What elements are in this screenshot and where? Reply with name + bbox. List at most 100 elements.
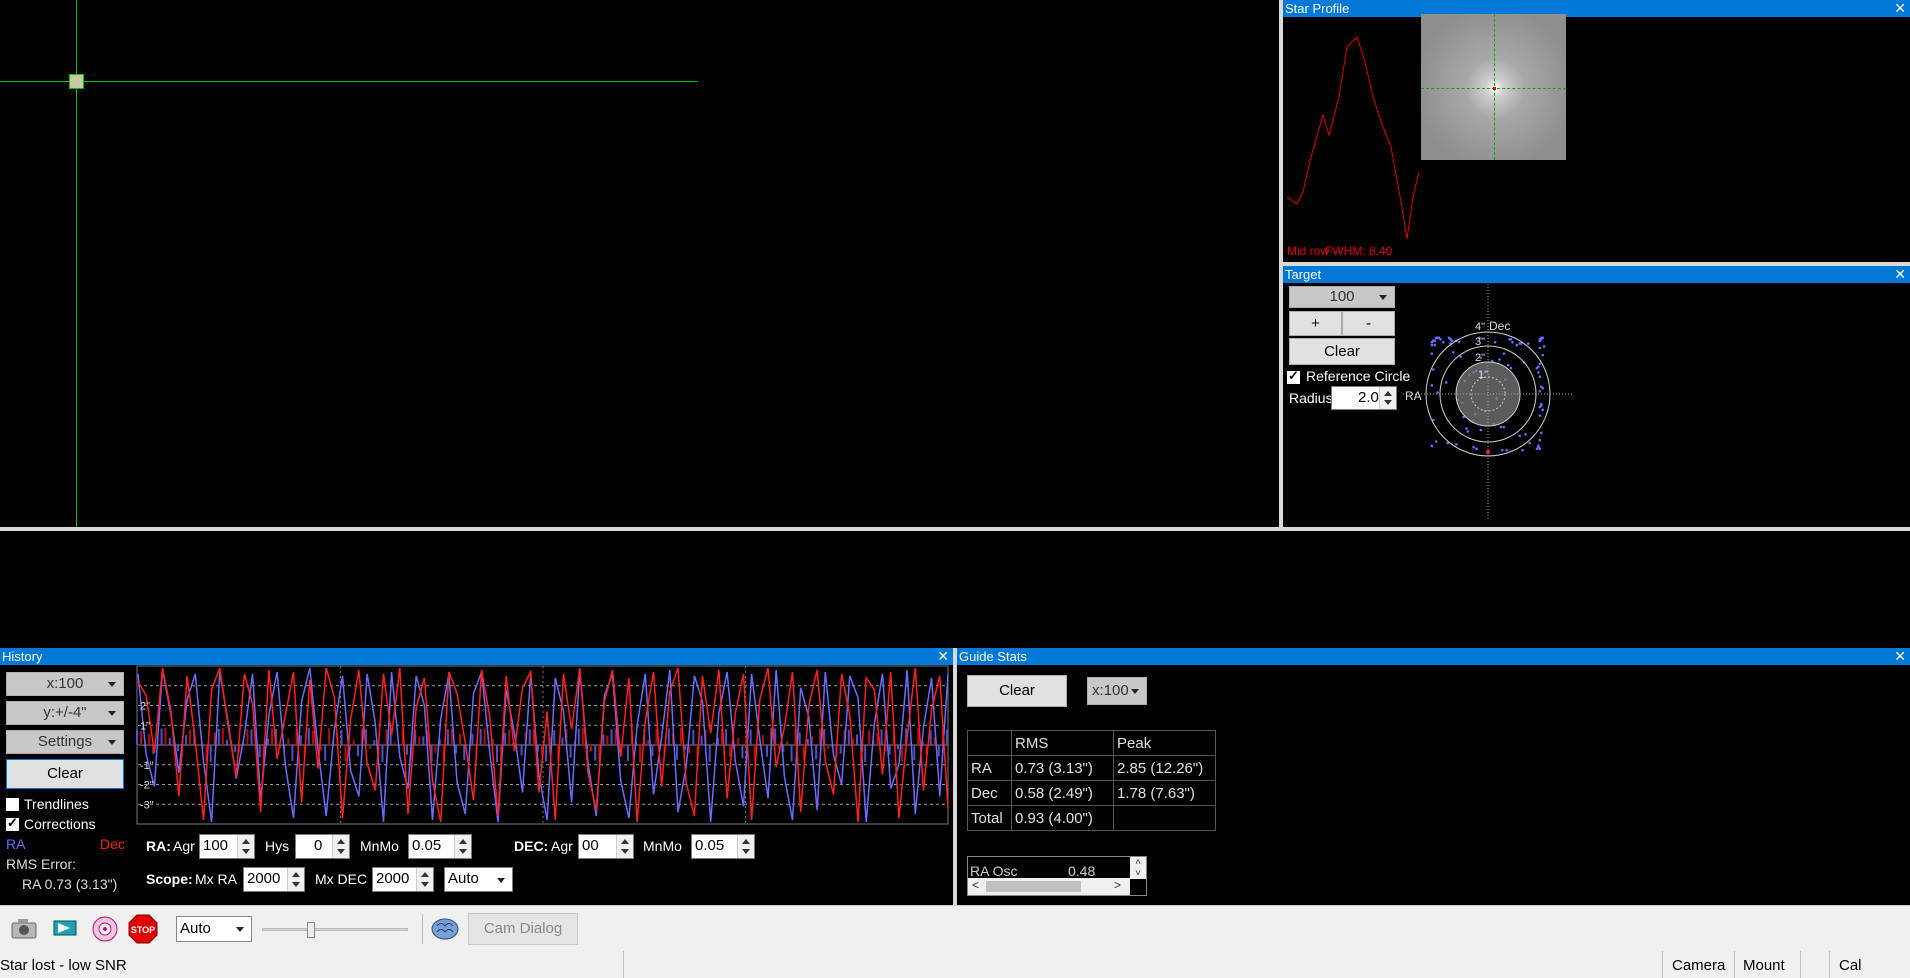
ring-label-1: 1" (1478, 369, 1488, 381)
mx-ra-label: Mx RA (195, 871, 237, 887)
dec-mnmo-label: MnMo (643, 838, 682, 854)
zoom-out-button[interactable]: - (1342, 311, 1395, 336)
target-point (1430, 352, 1434, 355)
scroll-right-icon[interactable]: > (1114, 878, 1121, 892)
close-icon[interactable]: ✕ (1894, 266, 1906, 283)
exposure-duration-select[interactable]: Auto (176, 916, 252, 942)
history-titlebar[interactable]: History ✕ (0, 648, 953, 665)
max-ra-duration-input[interactable]: 2000 (243, 867, 305, 892)
correction-bar (291, 745, 294, 762)
scroll-thumb[interactable] (986, 881, 1081, 892)
ra-mnmo-spinner[interactable] (454, 835, 471, 858)
guide-stats-titlebar[interactable]: Guide Stats ✕ (957, 648, 1910, 665)
table-row: Total 0.93 (4.00") (967, 805, 1216, 831)
trendlines-checkbox[interactable] (6, 798, 19, 811)
max-dec-duration-input[interactable]: 2000 (372, 867, 434, 892)
scroll-left-icon[interactable]: < (972, 878, 979, 892)
correction-bar (471, 733, 474, 745)
ra-agr-value: 100 (203, 837, 229, 854)
correction-bar (553, 730, 556, 745)
target-point (1493, 340, 1497, 344)
slider-thumb[interactable] (307, 922, 315, 938)
y-tick-label: 1" (140, 720, 150, 732)
target-point (1538, 389, 1542, 393)
ring-label-3: 3" (1475, 336, 1485, 348)
target-titlebar[interactable]: Target ✕ (1283, 266, 1910, 283)
correction-bar (446, 729, 449, 745)
close-icon[interactable]: ✕ (1894, 0, 1906, 17)
ra-osc-vscroll[interactable]: ˄ ˅ (1130, 857, 1146, 879)
gamma-slider[interactable] (262, 922, 408, 938)
close-icon[interactable]: ✕ (937, 648, 949, 665)
table-header-row: RMS Peak (967, 730, 1216, 756)
star-profile-titlebar[interactable]: Star Profile ✕ (1283, 0, 1910, 17)
ra-aggressiveness-input[interactable]: 100 (199, 834, 255, 859)
stop-button[interactable]: STOP (128, 914, 158, 944)
correction-bar (504, 732, 507, 745)
correction-bar (737, 738, 740, 745)
ra-min-move-input[interactable]: 0.05 (408, 834, 472, 859)
dec-min-move-input[interactable]: 0.05 (691, 834, 755, 859)
reference-circle-checkbox[interactable] (1287, 368, 1300, 384)
radius-spinner-arrows[interactable] (1379, 387, 1396, 409)
table-cell: 0.73 (3.13") (1011, 755, 1114, 781)
history-clear-button[interactable]: Clear (6, 759, 124, 789)
zoom-out-label: - (1366, 315, 1371, 332)
target-point (1538, 375, 1542, 379)
close-icon[interactable]: ✕ (1894, 648, 1906, 665)
correction-bar (602, 734, 605, 745)
dec-aggressiveness-input[interactable]: 00 (578, 834, 634, 859)
target-point (1450, 339, 1454, 343)
legend-dec: Dec (100, 836, 125, 852)
history-settings-label: Settings (37, 733, 93, 750)
auto-select-star-icon[interactable] (50, 917, 80, 939)
dec-guide-mode-select[interactable]: Auto (444, 867, 513, 892)
history-y-scale-dropdown[interactable]: y:+/-4" (6, 701, 124, 725)
radius-input[interactable]: 2.0 (1331, 386, 1397, 410)
loop-camera-icon[interactable] (10, 917, 38, 939)
table-cell: 2.85 (12.26") (1113, 755, 1216, 781)
target-point (1518, 434, 1521, 438)
guide-stats-x-scale-dropdown[interactable]: x:100 (1087, 677, 1147, 705)
target-point (1538, 346, 1542, 350)
hys-spinner[interactable] (332, 835, 349, 858)
status-bar: Star lost - low SNR Camera Mount Cal (0, 951, 1910, 978)
advanced-settings-button[interactable] (429, 915, 461, 943)
history-x-scale-dropdown[interactable]: x:100 (6, 672, 124, 696)
status-separator (1829, 951, 1830, 978)
status-separator (623, 951, 624, 978)
correction-bar (287, 738, 290, 745)
guide-brain-button[interactable] (91, 914, 119, 944)
dec-agr-spinner[interactable] (616, 835, 633, 858)
correction-bar (221, 728, 224, 745)
corrections-checkbox[interactable] (6, 815, 19, 831)
correction-bar (676, 745, 678, 760)
target-point (1430, 444, 1434, 448)
mx-ra-spinner[interactable] (287, 868, 304, 891)
zoom-in-button[interactable]: + (1289, 311, 1342, 336)
ra-osc-hscroll[interactable]: < > (968, 878, 1130, 895)
hysteresis-input[interactable]: 0 (295, 834, 350, 859)
correction-bar (864, 745, 867, 762)
correction-bar (590, 745, 592, 752)
target-clear-button[interactable]: Clear (1289, 338, 1395, 365)
correction-bar (786, 741, 789, 745)
correction-bar (270, 728, 273, 745)
splitter-horizontal-main[interactable] (0, 527, 1910, 531)
cam-dialog-button[interactable]: Cam Dialog (468, 913, 578, 945)
ring-label-4: 4" (1475, 321, 1485, 333)
target-scale-dropdown[interactable]: 100 (1289, 286, 1395, 308)
guide-stats-clear-button[interactable]: Clear (967, 675, 1067, 707)
ra-agr-spinner[interactable] (237, 835, 254, 858)
y-tick-label: -1" (140, 760, 154, 772)
camera-view[interactable] (0, 0, 1279, 527)
correction-bar (185, 735, 188, 745)
correction-bar (712, 742, 715, 745)
dec-agr-value: 00 (582, 837, 599, 854)
header-cell (967, 730, 1012, 756)
dec-mnmo-spinner[interactable] (737, 835, 754, 858)
target-point (1505, 448, 1509, 452)
mx-dec-spinner[interactable] (416, 868, 433, 891)
history-settings-dropdown[interactable]: Settings (6, 730, 124, 754)
correction-bar (352, 739, 355, 745)
